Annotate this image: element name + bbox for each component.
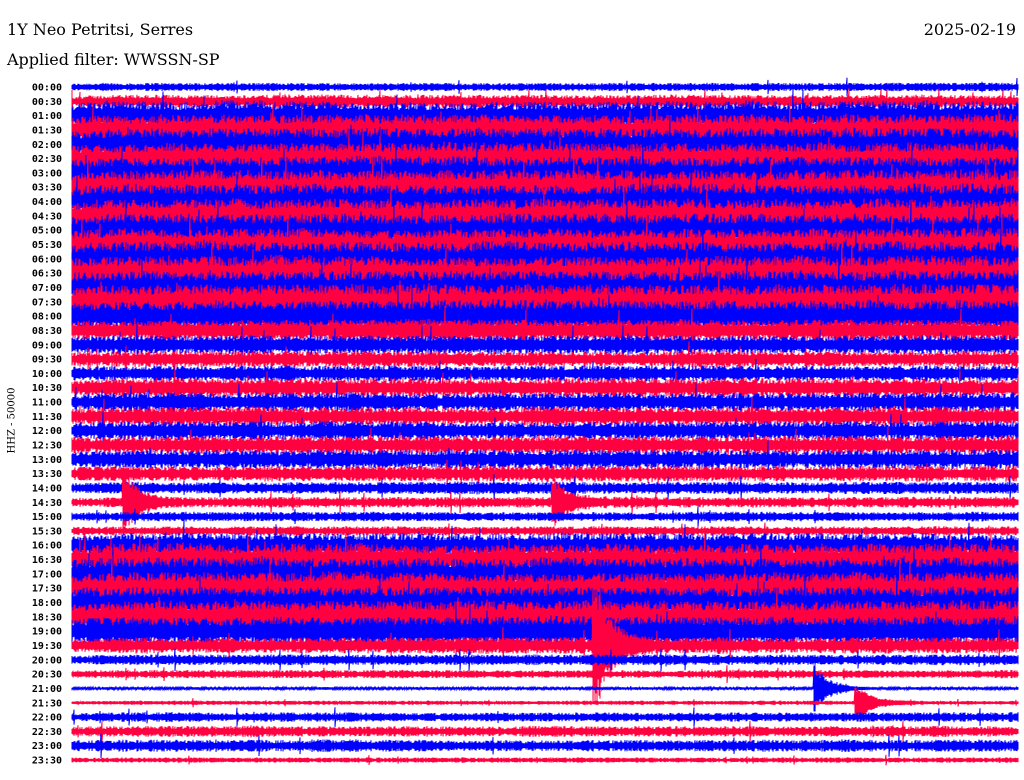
trace-line-0000 — [71, 77, 1019, 97]
time-tick-label: 09:30 — [32, 355, 62, 366]
time-tick-label: 20:30 — [32, 670, 62, 681]
time-tick-label: 04:30 — [32, 211, 62, 222]
time-tick-label: 22:30 — [32, 727, 62, 738]
trace-line-2300 — [71, 733, 1019, 759]
trace-line-2200 — [71, 707, 1019, 727]
time-tick-label: 04:00 — [32, 197, 62, 208]
time-tick-label: 13:00 — [32, 455, 62, 466]
time-tick-label: 16:30 — [32, 555, 62, 566]
time-tick-label: 05:00 — [32, 226, 62, 237]
time-tick-label: 22:00 — [32, 713, 62, 724]
time-tick-label: 06:30 — [32, 269, 62, 280]
time-tick-label: 00:00 — [32, 83, 62, 94]
time-tick-label: 01:00 — [32, 111, 62, 122]
trace-line-2000 — [71, 648, 1019, 672]
time-tick-label: 03:30 — [32, 183, 62, 194]
time-tick-label: 16:00 — [32, 541, 62, 552]
trace-line-2230 — [71, 720, 1019, 742]
time-tick-label: 02:00 — [32, 140, 62, 151]
time-tick-label: 08:30 — [32, 326, 62, 337]
time-tick-label: 17:00 — [32, 569, 62, 580]
time-tick-label: 12:00 — [32, 426, 62, 437]
time-tick-label: 01:30 — [32, 125, 62, 136]
trace-line-1500 — [71, 506, 1019, 527]
time-tick-label: 10:00 — [32, 369, 62, 380]
time-tick-label: 23:00 — [32, 741, 62, 752]
time-tick-label: 14:30 — [32, 498, 62, 509]
time-tick-label: 20:00 — [32, 655, 62, 666]
trace-line-2030 — [71, 665, 1019, 684]
time-tick-label: 05:30 — [32, 240, 62, 251]
time-tick-label: 07:00 — [32, 283, 62, 294]
time-tick-label: 21:30 — [32, 698, 62, 709]
time-tick-label: 03:00 — [32, 168, 62, 179]
time-tick-label: 23:30 — [32, 756, 62, 767]
time-tick-label: 21:00 — [32, 684, 62, 695]
time-tick-label: 15:00 — [32, 512, 62, 523]
time-tick-label: 12:30 — [32, 441, 62, 452]
time-tick-label: 14:00 — [32, 483, 62, 494]
time-tick-label: 19:00 — [32, 627, 62, 638]
time-tick-label: 17:30 — [32, 584, 62, 595]
time-tick-label: 08:00 — [32, 312, 62, 323]
time-tick-label: 19:30 — [32, 641, 62, 652]
time-tick-label: 02:30 — [32, 154, 62, 165]
time-tick-label: 00:30 — [32, 97, 62, 108]
time-tick-label: 06:00 — [32, 254, 62, 265]
time-tick-label: 11:00 — [32, 398, 62, 409]
time-tick-label: 15:30 — [32, 526, 62, 537]
helicorder-plot: 00:00 00:30 01:00 01:30 02:00 02:30 03:00 03:30… — [32, 77, 1019, 767]
time-tick-label: 11:30 — [32, 412, 62, 423]
time-tick-label: 07:30 — [32, 297, 62, 308]
time-tick-label: 09:00 — [32, 340, 62, 351]
time-tick-label: 18:30 — [32, 612, 62, 623]
trace-line-2330 — [71, 754, 1019, 766]
time-tick-label: 10:30 — [32, 383, 62, 394]
time-tick-label: 18:00 — [32, 598, 62, 609]
time-tick-label: 13:30 — [32, 469, 62, 480]
